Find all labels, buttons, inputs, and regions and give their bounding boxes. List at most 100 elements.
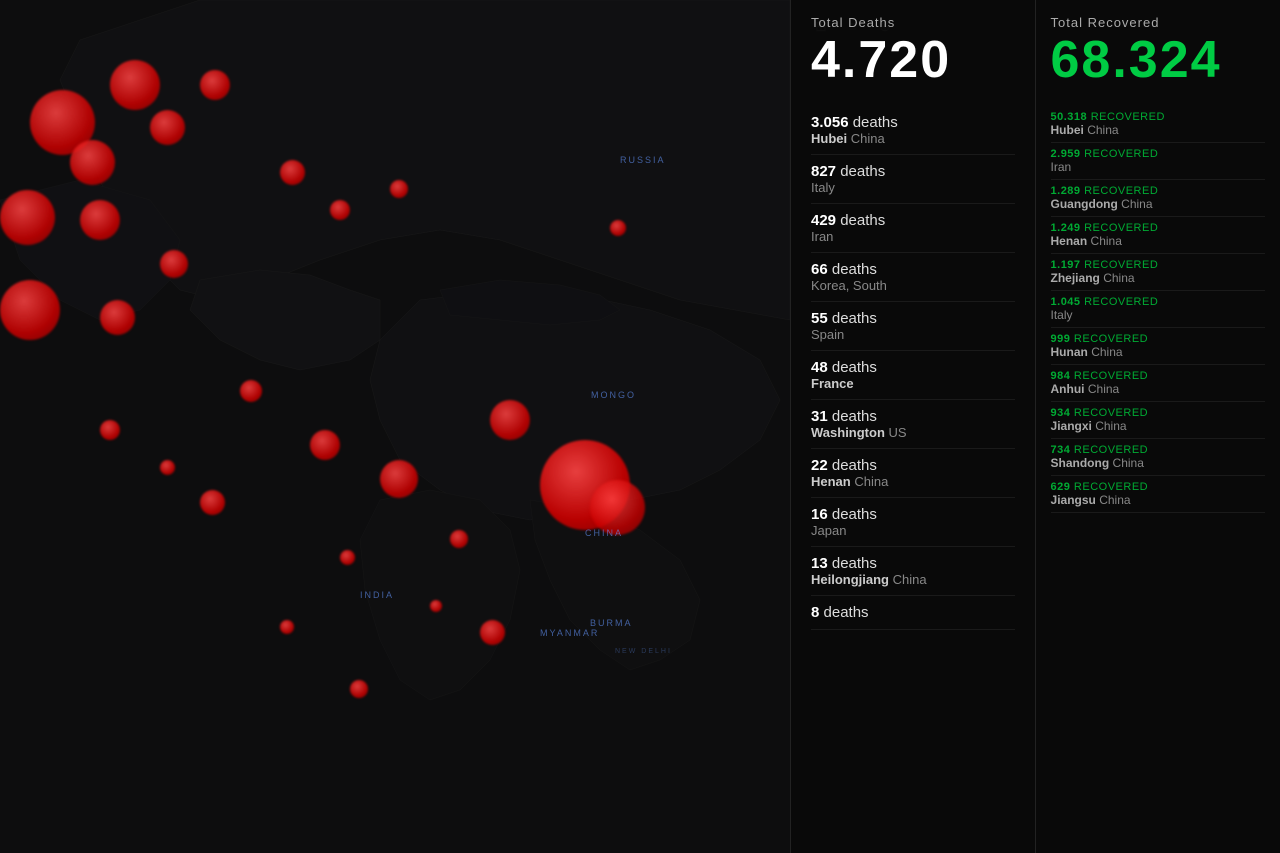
death-count-0: 3.056 deaths — [811, 114, 1015, 131]
recovered-row-10: 629 recoveredJiangsu China — [1051, 476, 1265, 513]
recovered-location-2: Guangdong China — [1051, 197, 1265, 211]
recovered-location-4: Zhejiang China — [1051, 271, 1265, 285]
death-location-4: Spain — [811, 327, 1015, 342]
death-count-10: 8 deaths — [811, 604, 1015, 621]
death-location-5: France — [811, 376, 1015, 391]
epidemic-dot-s5 — [200, 490, 225, 515]
recovered-count-9: 734 recovered — [1051, 444, 1265, 456]
epidemic-dot-eu6 — [0, 190, 55, 245]
death-row-7: 22 deathsHenan China — [811, 449, 1015, 498]
recovered-row-2: 1.289 recoveredGuangdong China — [1051, 180, 1265, 217]
recovered-count-1: 2.959 recovered — [1051, 148, 1265, 160]
death-location-7: Henan China — [811, 474, 1015, 489]
death-location-0: Hubei China — [811, 131, 1015, 146]
epidemic-dot-eu5 — [200, 70, 230, 100]
recovered-count-0: 50.318 recovered — [1051, 111, 1265, 123]
death-row-5: 48 deathsFrance — [811, 351, 1015, 400]
epidemic-dot-china2 — [490, 400, 530, 440]
death-count-2: 429 deaths — [811, 212, 1015, 229]
recovered-location-9: Shandong China — [1051, 456, 1265, 470]
recovered-row-0: 50.318 recoveredHubei China — [1051, 106, 1265, 143]
recovered-location-6: Hunan China — [1051, 345, 1265, 359]
epidemic-dot-eu9 — [100, 300, 135, 335]
recovered-panel: Total Recovered 68.324 50.318 recoveredH… — [1036, 0, 1280, 853]
recovered-location-7: Anhui China — [1051, 382, 1265, 396]
death-count-5: 48 deaths — [811, 359, 1015, 376]
death-row-8: 16 deathsJapan — [811, 498, 1015, 547]
epidemic-dot-s12 — [350, 680, 368, 698]
recovered-row-9: 734 recoveredShandong China — [1051, 439, 1265, 476]
epidemic-dot-eu8 — [0, 280, 60, 340]
death-row-10: 8 deaths — [811, 596, 1015, 630]
epidemic-dot-mid3 — [390, 180, 408, 198]
right-panel: Total Deaths 4.720 3.056 deathsHubei Chi… — [790, 0, 1280, 853]
death-location-1: Italy — [811, 180, 1015, 195]
death-count-3: 66 deaths — [811, 261, 1015, 278]
recovered-count-3: 1.249 recovered — [1051, 222, 1265, 234]
recovered-count-4: 1.197 recovered — [1051, 259, 1265, 271]
epidemic-dot-s6 — [340, 550, 355, 565]
epidemic-dot-eu4 — [150, 110, 185, 145]
death-location-6: Washington US — [811, 425, 1015, 440]
epidemic-dot-s8 — [160, 460, 175, 475]
death-location-2: Iran — [811, 229, 1015, 244]
recovered-count-2: 1.289 recovered — [1051, 185, 1265, 197]
recovered-location-0: Hubei China — [1051, 123, 1265, 137]
death-count-9: 13 deaths — [811, 555, 1015, 572]
recovered-location-1: Iran — [1051, 160, 1265, 174]
recovered-count-6: 999 recovered — [1051, 333, 1265, 345]
recovered-count-5: 1.045 recovered — [1051, 296, 1265, 308]
recovered-location-8: Jiangxi China — [1051, 419, 1265, 433]
deaths-list: 3.056 deathsHubei China827 deathsItaly42… — [811, 106, 1015, 630]
epidemic-dot-s3 — [380, 460, 418, 498]
epidemic-dot-iran — [610, 220, 626, 236]
death-count-4: 55 deaths — [811, 310, 1015, 327]
death-location-3: Korea, South — [811, 278, 1015, 293]
death-count-6: 31 deaths — [811, 408, 1015, 425]
epidemic-dot-eu10 — [160, 250, 188, 278]
epidemic-dot-s1 — [240, 380, 262, 402]
epidemic-dot-s10 — [480, 620, 505, 645]
death-count-1: 827 deaths — [811, 163, 1015, 180]
recovered-location-10: Jiangsu China — [1051, 493, 1265, 507]
death-row-1: 827 deathsItaly — [811, 155, 1015, 204]
recovered-count-8: 934 recovered — [1051, 407, 1265, 419]
epidemic-dot-eu3 — [70, 140, 115, 185]
recovered-row-7: 984 recoveredAnhui China — [1051, 365, 1265, 402]
epidemic-dot-mid1 — [280, 160, 305, 185]
recovered-count-10: 629 recovered — [1051, 481, 1265, 493]
death-row-3: 66 deathsKorea, South — [811, 253, 1015, 302]
epidemic-dot-s7 — [100, 420, 120, 440]
map-background: RUSSIA MONGO CHINA INDIA MYANMAR BURMA N… — [0, 0, 790, 853]
epidemic-dot-eu2 — [110, 60, 160, 110]
epidemic-dot-s2 — [310, 430, 340, 460]
death-row-4: 55 deathsSpain — [811, 302, 1015, 351]
death-location-8: Japan — [811, 523, 1015, 538]
recovered-location-3: Henan China — [1051, 234, 1265, 248]
epidemic-dot-china1 — [590, 480, 645, 535]
epidemic-dot-mid2 — [330, 200, 350, 220]
epidemic-dot-eu7 — [80, 200, 120, 240]
total-recovered-label: Total Recovered — [1051, 15, 1265, 30]
deaths-panel: Total Deaths 4.720 3.056 deathsHubei Chi… — [791, 0, 1036, 853]
recovered-row-6: 999 recoveredHunan China — [1051, 328, 1265, 365]
total-deaths-label: Total Deaths — [811, 15, 1015, 30]
epidemic-dot-s4 — [450, 530, 468, 548]
epidemic-dot-s9 — [430, 600, 442, 612]
recovered-row-1: 2.959 recoveredIran — [1051, 143, 1265, 180]
death-row-6: 31 deathsWashington US — [811, 400, 1015, 449]
recovered-row-4: 1.197 recoveredZhejiang China — [1051, 254, 1265, 291]
recovered-row-8: 934 recoveredJiangxi China — [1051, 402, 1265, 439]
total-deaths-value: 4.720 — [811, 34, 1015, 86]
death-row-0: 3.056 deathsHubei China — [811, 106, 1015, 155]
recovered-count-7: 984 recovered — [1051, 370, 1265, 382]
death-row-9: 13 deathsHeilongjiang China — [811, 547, 1015, 596]
death-count-8: 16 deaths — [811, 506, 1015, 523]
total-recovered-value: 68.324 — [1051, 34, 1265, 86]
epidemic-dot-s11 — [280, 620, 294, 634]
death-row-2: 429 deathsIran — [811, 204, 1015, 253]
recovered-location-5: Italy — [1051, 308, 1265, 322]
recovered-row-3: 1.249 recoveredHenan China — [1051, 217, 1265, 254]
death-count-7: 22 deaths — [811, 457, 1015, 474]
recovered-row-5: 1.045 recoveredItaly — [1051, 291, 1265, 328]
